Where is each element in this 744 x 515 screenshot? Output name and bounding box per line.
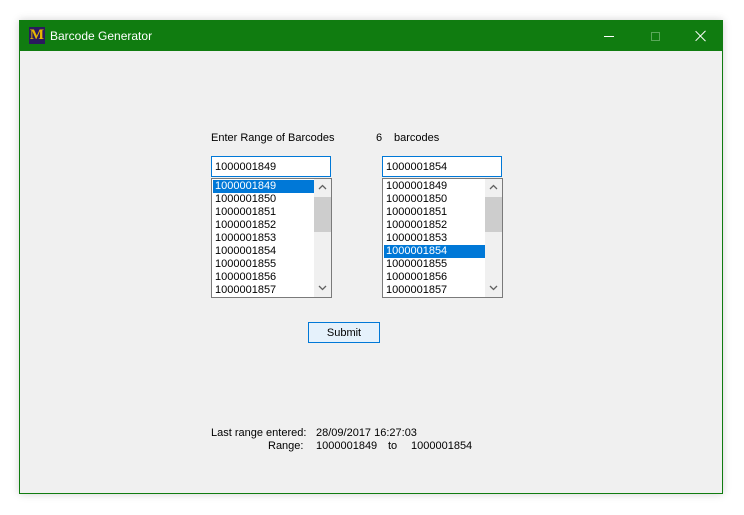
scroll-thumb[interactable] <box>485 197 502 232</box>
list-item[interactable]: 1000001851 <box>213 206 314 219</box>
list-item[interactable]: 1000001849 <box>384 180 485 193</box>
list-item[interactable]: 1000001851 <box>384 206 485 219</box>
range-end-list[interactable]: 1000001849 1000001850 1000001851 1000001852… <box>382 178 503 298</box>
chevron-up-icon <box>489 184 498 190</box>
last-range-label: Last range entered: <box>211 427 307 439</box>
last-range-to: to <box>388 440 398 452</box>
range-end-input[interactable] <box>382 156 502 177</box>
list-item[interactable]: 1000001853 <box>213 232 314 245</box>
list-item[interactable]: 1000001855 <box>213 258 314 271</box>
scrollbar[interactable] <box>485 179 502 297</box>
list-item[interactable]: 1000001853 <box>384 232 485 245</box>
list-items: 1000001849 1000001850 1000001851 1000001852… <box>384 180 485 297</box>
range-start-list[interactable]: 1000001849 1000001850 1000001851 1000001852… <box>211 178 332 298</box>
scroll-down-button[interactable] <box>485 280 502 297</box>
maximize-button[interactable] <box>632 21 678 51</box>
list-item[interactable]: 1000001856 <box>213 271 314 284</box>
list-item[interactable]: 1000001850 <box>384 193 485 206</box>
scrollbar[interactable] <box>314 179 331 297</box>
barcode-count-suffix: barcodes <box>394 132 440 144</box>
list-item[interactable]: 1000001855 <box>384 258 485 271</box>
list-item[interactable]: 1000001850 <box>213 193 314 206</box>
range-label: Enter Range of Barcodes <box>211 132 335 144</box>
scroll-down-button[interactable] <box>314 280 331 297</box>
range-start-input[interactable] <box>211 156 331 177</box>
scroll-up-button[interactable] <box>314 179 331 196</box>
maximize-icon <box>650 31 660 41</box>
scroll-up-button[interactable] <box>485 179 502 196</box>
window-title: Barcode Generator <box>50 29 153 43</box>
title-bar[interactable]: M Barcode Generator <box>20 21 722 51</box>
list-item[interactable]: 1000001854 <box>213 245 314 258</box>
list-item[interactable]: 1000001857 <box>384 284 485 297</box>
last-range-start: 1000001849 <box>316 440 378 452</box>
close-icon <box>695 30 707 42</box>
list-items: 1000001849 1000001850 1000001851 1000001852… <box>213 180 314 297</box>
minimize-button[interactable] <box>586 21 632 51</box>
minimize-icon <box>604 35 614 37</box>
app-icon: M <box>29 27 45 44</box>
close-button[interactable] <box>678 21 724 51</box>
chevron-down-icon <box>318 285 327 291</box>
last-range-timestamp: 28/09/2017 16:27:03 <box>316 427 417 439</box>
list-item[interactable]: 1000001852 <box>213 219 314 232</box>
list-item[interactable]: 1000001849 <box>213 180 314 193</box>
chevron-down-icon <box>489 285 498 291</box>
list-item[interactable]: 1000001857 <box>213 284 314 297</box>
list-item[interactable]: 1000001852 <box>384 219 485 232</box>
last-range-end: 1000001854 <box>411 440 473 452</box>
submit-button[interactable]: Submit <box>308 322 380 343</box>
chevron-up-icon <box>318 184 327 190</box>
list-item[interactable]: 1000001856 <box>384 271 485 284</box>
barcode-count: 6 <box>376 132 383 144</box>
scroll-thumb[interactable] <box>314 197 331 232</box>
app-window: M Barcode Generator Enter Range of Barco… <box>19 20 723 494</box>
list-item[interactable]: 1000001854 <box>384 245 485 258</box>
range-label-bottom: Range: <box>268 440 304 452</box>
